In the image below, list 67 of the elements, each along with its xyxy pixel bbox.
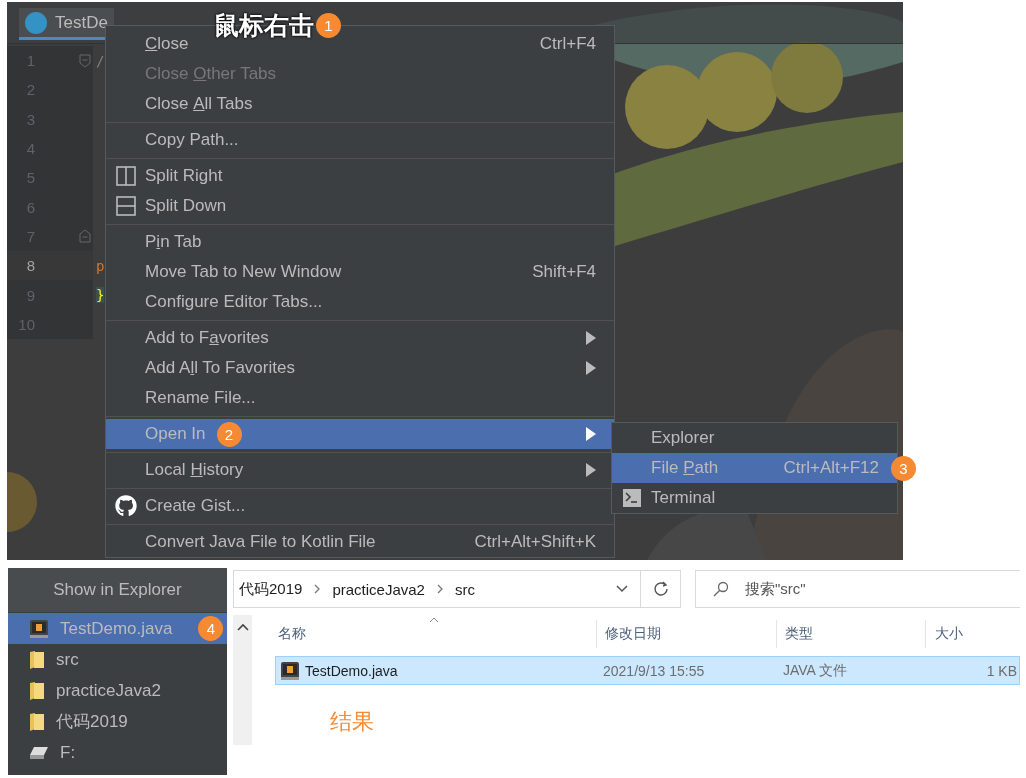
menu-item[interactable]: Convert Java File to Kotlin File Ctrl+Alt+Shift+K (106, 527, 614, 557)
menu-item[interactable]: Split Right (106, 161, 614, 191)
path-item[interactable]: src (8, 644, 227, 675)
sort-caret-icon (429, 617, 439, 623)
menu-item[interactable]: Add All To Favorites (106, 353, 614, 383)
split-horizontal-icon (116, 196, 136, 216)
java-file-icon (281, 661, 299, 680)
address-bar[interactable]: 代码2019 practiceJava2 src (233, 570, 681, 608)
breadcrumb-item[interactable]: 代码2019 (239, 579, 303, 599)
popup-title: Show in Explorer (8, 568, 227, 612)
column-header[interactable]: 大小 (926, 615, 1020, 653)
drive-icon (30, 746, 48, 759)
menu-item[interactable]: Copy Path... (106, 125, 614, 155)
editor-tab[interactable]: TestDe (19, 8, 114, 40)
breadcrumb-item[interactable]: src (454, 580, 475, 598)
folder-icon (30, 650, 44, 669)
menu-item[interactable]: Split Down (106, 191, 614, 221)
menu-item[interactable]: Close All Tabs (106, 89, 614, 119)
file-cell: 2021/9/13 15:55 (603, 662, 705, 679)
path-item[interactable]: F: (8, 737, 227, 768)
terminal-icon (623, 489, 641, 507)
menu-item[interactable]: Add to Favorites (106, 323, 614, 353)
menu-item[interactable]: Create Gist... (106, 491, 614, 521)
breadcrumb-item[interactable]: practiceJava2 (332, 580, 425, 598)
step-badge: 4 (198, 616, 224, 641)
chevron-up-icon[interactable] (236, 623, 249, 631)
code-text: } (96, 287, 105, 303)
file-cell: JAVA 文件 (783, 661, 848, 680)
search-field[interactable]: 搜索"src" (695, 570, 1020, 608)
step-badge: 3 (891, 456, 916, 481)
menu-item[interactable]: Configure Editor Tabs... (106, 287, 614, 317)
folder-icon (30, 681, 44, 700)
fold-marker-icon (79, 229, 91, 244)
file-cell: TestDemo.java (305, 662, 398, 679)
code-text: p (96, 257, 105, 274)
step-badge: 2 (216, 421, 242, 447)
refresh-icon (652, 581, 669, 597)
column-header[interactable]: 类型 (777, 615, 925, 653)
submenu-arrow-icon (586, 331, 596, 345)
result-label: 结果 (330, 708, 375, 736)
menu-item[interactable]: Rename File... (106, 383, 614, 413)
file-cell: 1 KB (986, 662, 1017, 679)
file-row[interactable]: TestDemo.java 2021/9/13 15:55 JAVA 文件 1 KB (275, 656, 1020, 685)
chevron-down-icon[interactable] (616, 585, 628, 593)
folder-icon (30, 712, 44, 731)
submenu-arrow-icon (586, 361, 596, 375)
chevron-right-icon (436, 584, 443, 594)
submenu-arrow-icon (586, 463, 596, 477)
chevron-right-icon (314, 584, 321, 594)
class-icon (25, 11, 47, 34)
column-header[interactable]: 修改日期 (597, 615, 776, 653)
menu-item[interactable]: Move Tab to New Window Shift+F4 (106, 257, 614, 287)
path-item[interactable]: practiceJava2 (8, 675, 227, 706)
menu-item[interactable]: Terminal (612, 483, 897, 513)
github-icon (115, 495, 137, 517)
search-icon (713, 581, 729, 597)
menu-item[interactable]: Pin Tab (106, 227, 614, 257)
java-file-icon (30, 619, 48, 638)
menu-item[interactable]: Local History (106, 455, 614, 485)
column-header[interactable]: 名称 (275, 615, 596, 653)
submenu-arrow-icon (586, 427, 596, 441)
code-text: / (96, 52, 105, 69)
fold-marker-icon (79, 53, 91, 68)
split-vertical-icon (116, 166, 136, 186)
path-item[interactable]: 代码2019 (8, 706, 227, 737)
caption-text: 鼠标右击 (214, 10, 314, 41)
menu-item[interactable]: Explorer (612, 423, 897, 453)
